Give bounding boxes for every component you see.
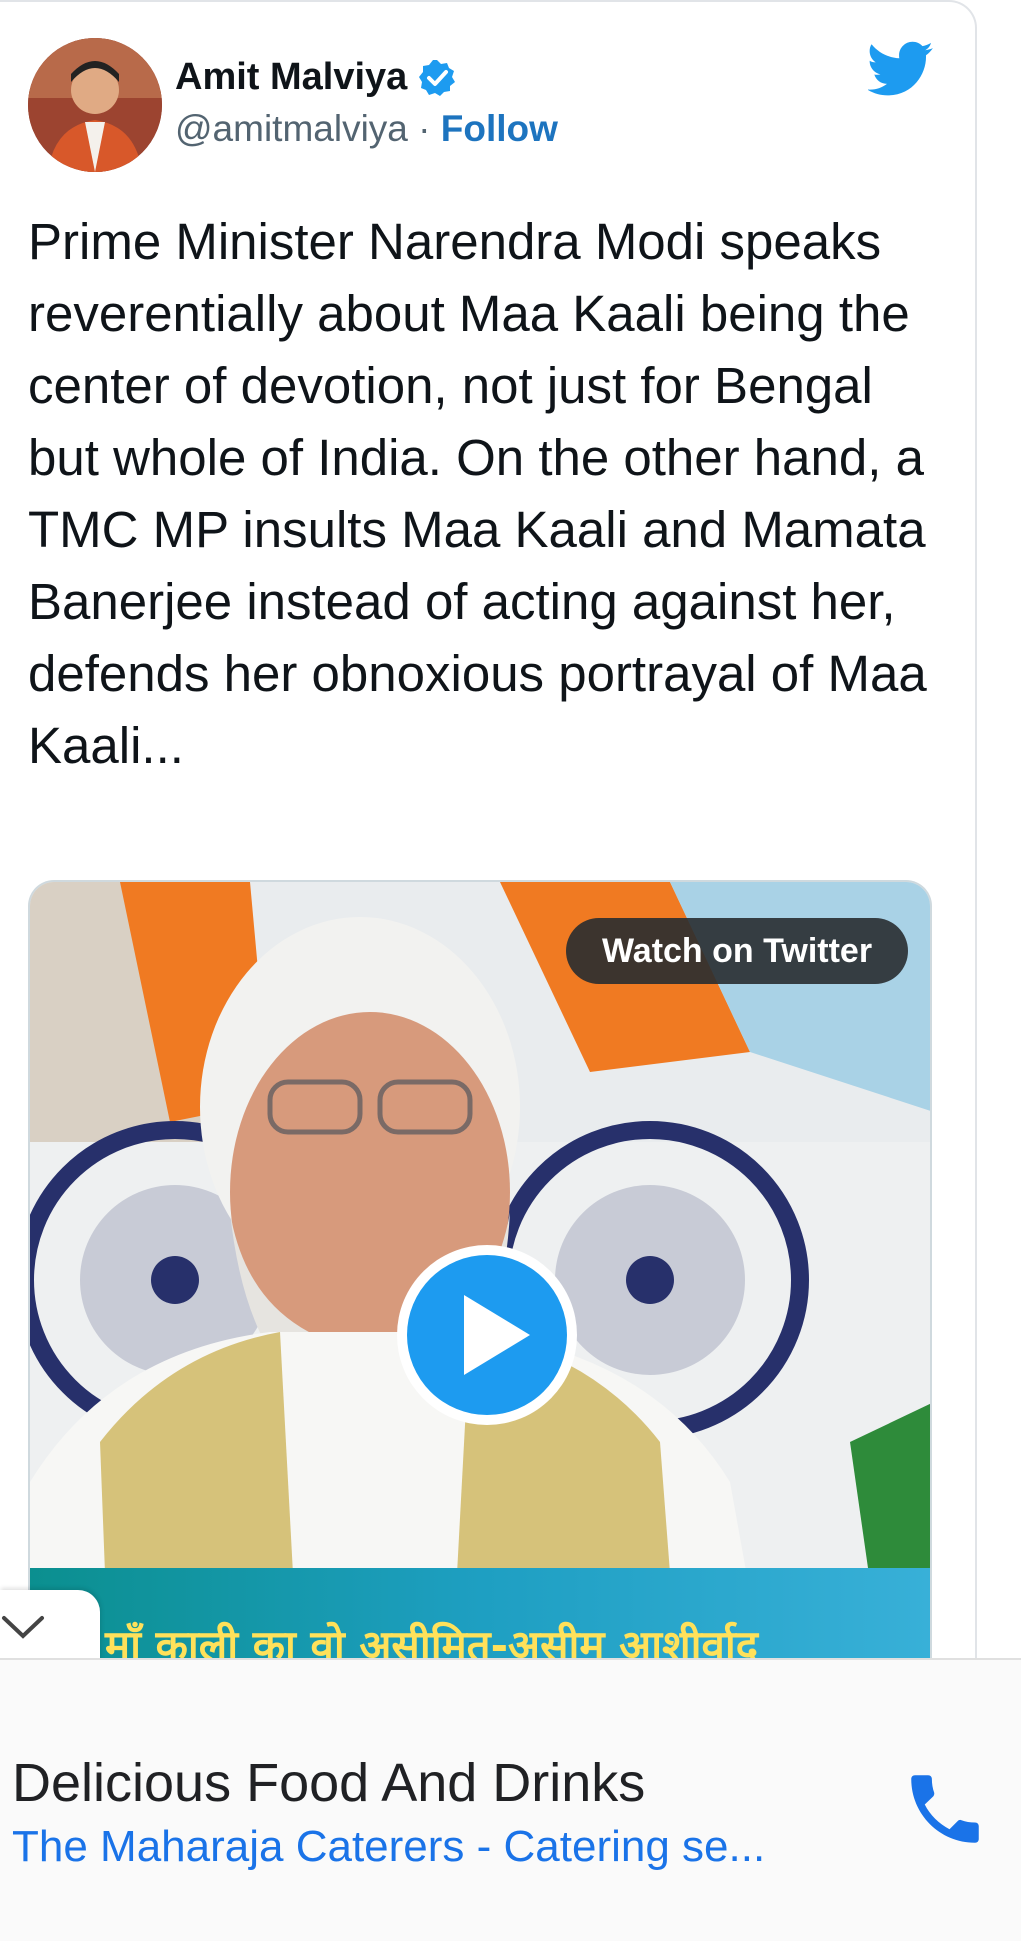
tweet-card: Amit Malviya @amitmalviya · Follow Prime… bbox=[0, 0, 977, 1702]
author-name-row[interactable]: Amit Malviya bbox=[175, 56, 457, 99]
author-name[interactable]: Amit Malviya bbox=[175, 56, 407, 99]
handle-line: @amitmalviya · Follow bbox=[175, 108, 558, 150]
tweet-text: Prime Minister Narendra Modi speaks reve… bbox=[28, 213, 927, 774]
ad-banner[interactable]: Delicious Food And Drinks The Maharaja C… bbox=[0, 1658, 1021, 1941]
ad-title[interactable]: Delicious Food And Drinks bbox=[12, 1752, 645, 1814]
follow-button[interactable]: Follow bbox=[441, 108, 558, 149]
author-handle[interactable]: @amitmalviya bbox=[175, 108, 408, 149]
avatar[interactable] bbox=[28, 38, 162, 172]
separator-dot: · bbox=[407, 108, 441, 149]
ad-subtitle[interactable]: The Maharaja Caterers - Catering se... bbox=[12, 1822, 765, 1872]
twitter-bird-icon[interactable] bbox=[868, 40, 934, 98]
play-icon[interactable] bbox=[392, 1240, 582, 1430]
video-player[interactable]: Watch on Twitter माँ काली का वो असीमित-अ… bbox=[28, 880, 932, 1702]
collapse-ad-button[interactable] bbox=[0, 1590, 100, 1662]
watch-on-twitter-button[interactable]: Watch on Twitter bbox=[566, 918, 908, 984]
verified-badge-icon bbox=[419, 59, 456, 96]
phone-icon[interactable] bbox=[900, 1764, 990, 1854]
chevron-down-icon bbox=[2, 1616, 44, 1639]
